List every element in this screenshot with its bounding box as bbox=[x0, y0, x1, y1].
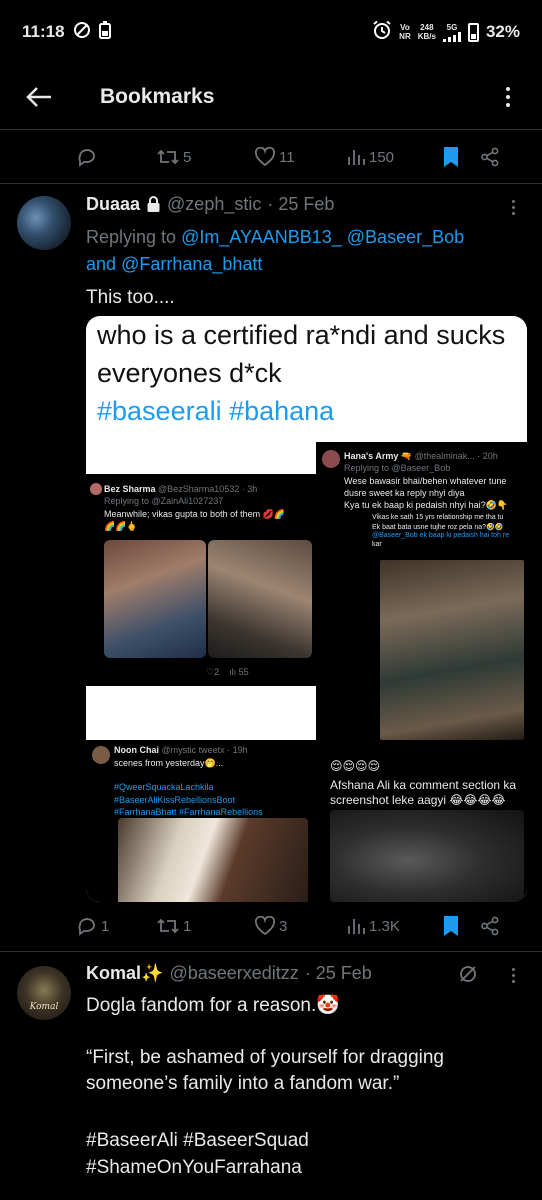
reply-count: 1 bbox=[101, 917, 110, 935]
reply-button[interactable]: 1 bbox=[76, 916, 156, 936]
status-time: 11:18 bbox=[22, 22, 65, 41]
retweet-button[interactable]: 5 bbox=[156, 148, 254, 166]
tweet-more-button[interactable] bbox=[512, 200, 515, 215]
dnd-icon bbox=[73, 21, 91, 44]
hashtag[interactable]: #ShameOnYouFarrahana bbox=[86, 1155, 302, 1181]
tweet-text-line3: someone’s family into a fandom war.” bbox=[86, 1073, 400, 1094]
tweet-actions: 1 1 3 1.3K bbox=[76, 912, 526, 940]
grok-icon[interactable] bbox=[458, 964, 478, 989]
share-button[interactable] bbox=[480, 916, 500, 936]
screenshot-panel-afshana: 😌😌😌😌 Afshana Ali ka comment section ka s… bbox=[316, 747, 527, 902]
screenshot-panel-bez: Bez Sharma @BezSharma10532 · 3h Replying… bbox=[86, 474, 316, 686]
lock-icon bbox=[147, 196, 160, 212]
reply-mention[interactable]: @Farrhana_bhatt bbox=[121, 254, 262, 274]
heart-icon bbox=[254, 147, 276, 167]
battery-level: 32% bbox=[485, 22, 520, 41]
screenshot-panel-noon: Noon Chai @mystic tweetx · 19h scenes fr… bbox=[86, 740, 316, 902]
tweet-text: This too.... bbox=[86, 287, 175, 308]
like-button[interactable]: 3 bbox=[254, 916, 346, 936]
divider bbox=[0, 183, 542, 184]
battery-icon bbox=[467, 22, 479, 42]
tweet-text-line2: “First, be ashamed of yourself for dragg… bbox=[86, 1047, 445, 1068]
image-headline: who is a certified ra*ndi and sucks ever… bbox=[97, 320, 506, 426]
replying-to: Replying to @Im_AYAANBB13_ @Baseer_Bob bbox=[86, 227, 465, 247]
user-handle[interactable]: @baseerxeditzz bbox=[169, 963, 298, 984]
reply-mention[interactable]: @Im_AYAANBB13_ bbox=[181, 227, 342, 247]
overflow-menu-button[interactable] bbox=[498, 86, 518, 107]
user-handle[interactable]: @zeph_stic bbox=[167, 194, 261, 215]
avatar[interactable]: Komal bbox=[17, 966, 71, 1020]
reply-icon bbox=[78, 149, 95, 167]
arrow-left-icon bbox=[26, 86, 51, 107]
views-icon bbox=[348, 919, 365, 934]
reply-icon bbox=[78, 918, 95, 936]
like-count: 3 bbox=[279, 917, 288, 935]
avatar[interactable] bbox=[17, 196, 71, 250]
bookmark-filled-icon bbox=[444, 147, 458, 167]
retweet-icon bbox=[157, 149, 179, 165]
views-button[interactable]: 1.3K bbox=[346, 917, 442, 935]
like-count: 11 bbox=[279, 148, 295, 166]
display-name[interactable]: Duaaa bbox=[86, 194, 140, 215]
share-button[interactable] bbox=[480, 147, 500, 167]
bookmark-filled-icon bbox=[444, 916, 458, 936]
bookmark-button[interactable] bbox=[442, 915, 480, 937]
retweet-count: 5 bbox=[183, 148, 192, 166]
data-speed: 248 KB/s bbox=[417, 23, 436, 41]
network-type: 5G bbox=[446, 22, 458, 32]
divider bbox=[0, 951, 542, 952]
previous-tweet-actions: 5 11 150 bbox=[76, 143, 526, 171]
tweet-image[interactable]: who is a certified ra*ndi and sucks ever… bbox=[86, 316, 527, 902]
views-count: 1.3K bbox=[369, 917, 400, 935]
views-icon bbox=[348, 150, 365, 165]
tweet-more-button[interactable] bbox=[512, 968, 515, 983]
display-name[interactable]: Komal✨ bbox=[86, 963, 163, 984]
signal-icon bbox=[442, 31, 461, 42]
heart-icon bbox=[254, 916, 276, 936]
views-count: 150 bbox=[369, 148, 395, 166]
back-button[interactable] bbox=[0, 69, 78, 125]
tweet-date: · 25 Feb bbox=[267, 194, 335, 214]
app-header: Bookmarks bbox=[0, 64, 542, 130]
bookmark-button[interactable] bbox=[442, 146, 480, 168]
share-icon bbox=[481, 916, 499, 936]
page-title: Bookmarks bbox=[100, 84, 215, 108]
retweet-button[interactable]: 1 bbox=[156, 917, 254, 935]
reply-mention[interactable]: @Baseer_Bob bbox=[347, 227, 464, 247]
tweet-date: · 25 Feb bbox=[304, 963, 372, 983]
retweet-icon bbox=[157, 918, 179, 934]
tweet-header: Duaaa @zeph_stic · 25 Feb bbox=[86, 194, 334, 215]
reply-button[interactable] bbox=[76, 147, 156, 167]
alarm-icon bbox=[372, 20, 392, 45]
volte-indicator: Vo NR bbox=[399, 23, 411, 41]
screenshot-panel-hana: Hana's Army 🔫 @thealminak... · 20h Reply… bbox=[316, 442, 527, 747]
status-bar: 11:18 Vo NR 248 KB/s 5G 32% bbox=[0, 0, 542, 64]
tweet-header: Komal✨ @baseerxeditzz · 25 Feb bbox=[86, 963, 372, 984]
tweet-text-line1: Dogla fandom for a reason.🤡 bbox=[86, 995, 340, 1016]
retweet-count: 1 bbox=[183, 917, 192, 935]
replying-to-line2: and @Farrhana_bhatt bbox=[86, 254, 263, 274]
battery-saver-icon bbox=[98, 20, 111, 44]
hashtag[interactable]: #BaseerAli #BaseerSquad bbox=[86, 1128, 309, 1154]
share-icon bbox=[481, 147, 499, 167]
views-button[interactable]: 150 bbox=[346, 148, 442, 166]
like-button[interactable]: 11 bbox=[254, 147, 346, 167]
